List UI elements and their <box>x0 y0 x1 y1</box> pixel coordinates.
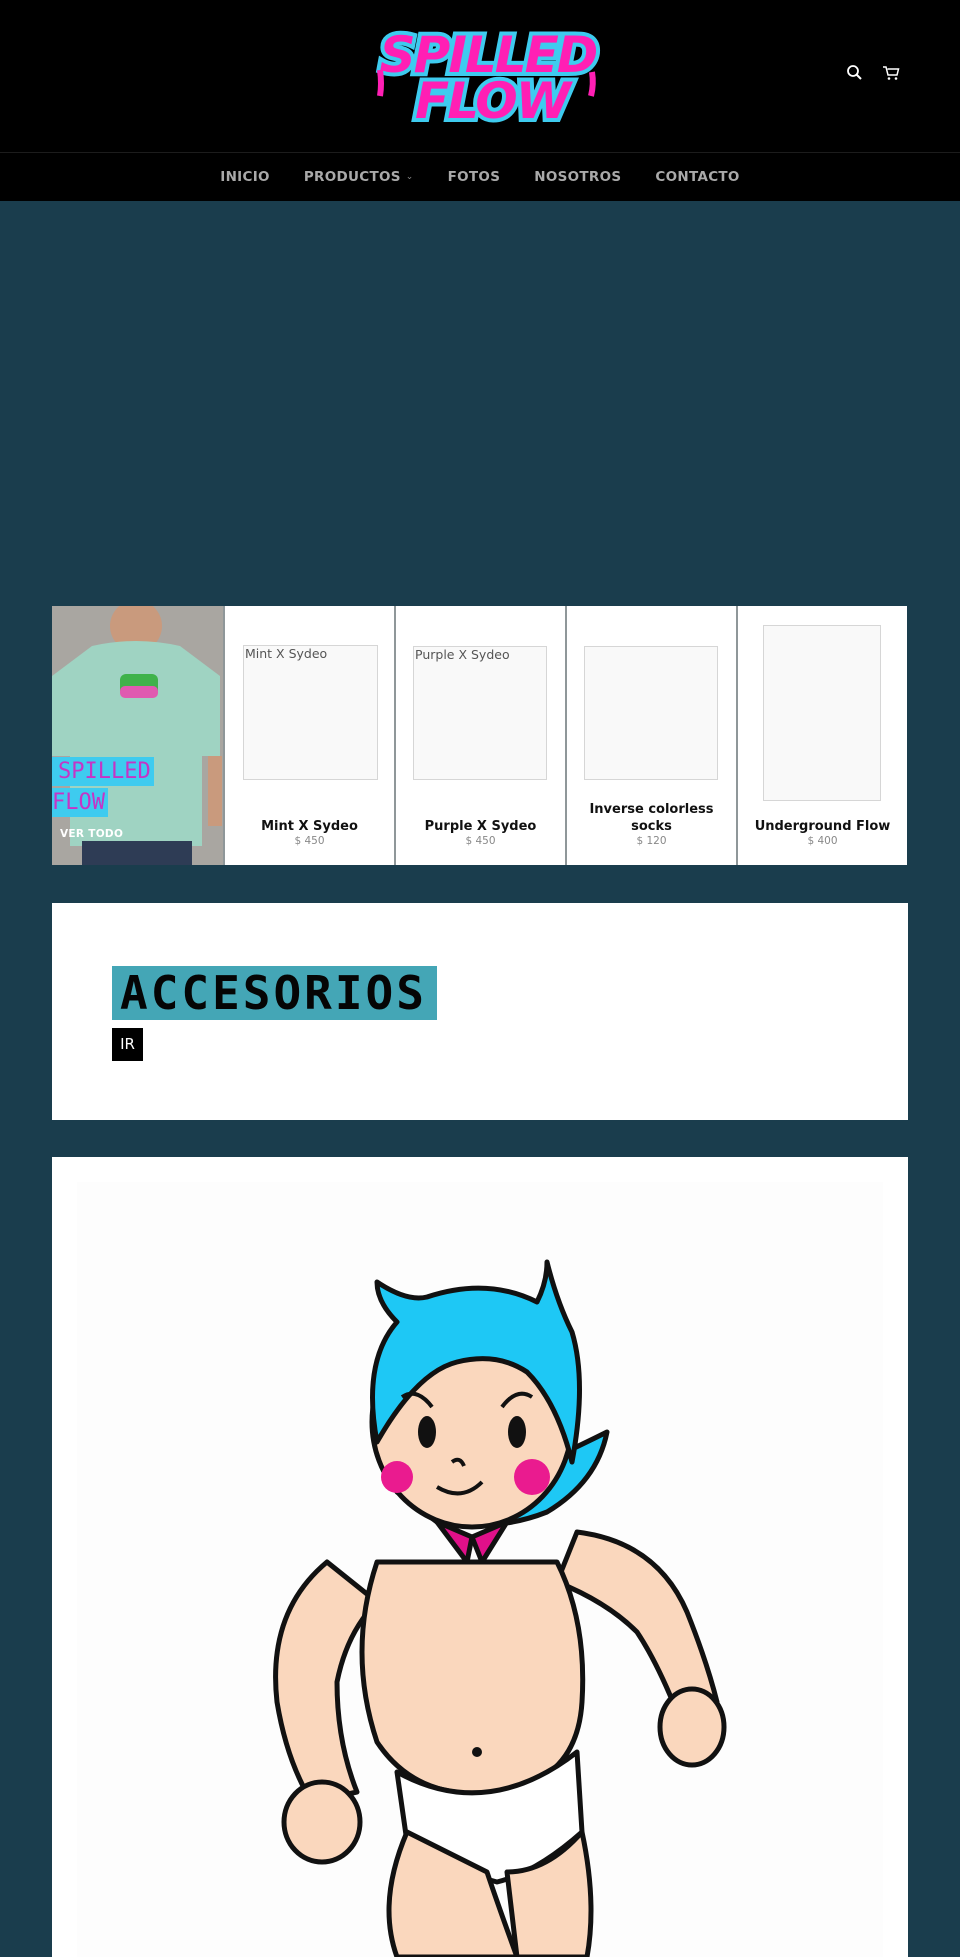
accessories-go-button[interactable]: IR <box>112 1028 143 1061</box>
logo[interactable]: SPILLED FLOW <box>366 22 610 134</box>
nav-item-nosotros[interactable]: NOSOTROS <box>517 169 638 185</box>
product-image-placeholder: Mint X Sydeo <box>243 645 378 780</box>
main-nav: INICIO PRODUCTOS ⌄ FOTOS NOSOTROS CONTACT… <box>0 153 960 201</box>
nav-item-contacto[interactable]: CONTACTO <box>638 169 756 185</box>
product-card[interactable]: Mint X Sydeo Mint X Sydeo $ 450 <box>223 606 394 865</box>
product-card[interactable]: Underground Flow $ 400 <box>736 606 907 865</box>
featured-image-section <box>52 1157 908 1957</box>
product-image-placeholder <box>763 625 881 801</box>
nav-item-inicio[interactable]: INICIO <box>203 169 287 185</box>
accessories-title: ACCESORIOS <box>112 966 437 1020</box>
product-card[interactable]: Purple X Sydeo Purple X Sydeo $ 450 <box>394 606 565 865</box>
product-card[interactable]: Inverse colorless socks $ 120 <box>565 606 736 865</box>
logo-line2: FLOW <box>415 72 574 126</box>
product-price: $ 450 <box>294 835 325 847</box>
nav-label: INICIO <box>220 169 270 185</box>
product-price: $ 120 <box>636 835 667 847</box>
accessories-section: ACCESORIOS IR <box>52 903 908 1120</box>
featured-collection-tile[interactable]: SPILLED FLOW VER TODO <box>52 606 223 865</box>
nav-label: NOSOTROS <box>534 169 622 185</box>
search-icon[interactable] <box>846 64 864 82</box>
cart-icon[interactable] <box>882 64 900 82</box>
hero-banner <box>0 201 960 606</box>
nav-label: CONTACTO <box>655 169 740 185</box>
nav-label: FOTOS <box>447 169 501 185</box>
logo-graphic: SPILLED FLOW <box>376 22 603 134</box>
product-name: Underground Flow <box>754 819 891 834</box>
featured-title-line1: SPILLED <box>52 757 154 786</box>
product-image-placeholder <box>584 646 718 780</box>
view-all-link[interactable]: VER TODO <box>60 828 123 840</box>
nav-item-fotos[interactable]: FOTOS <box>431 169 518 185</box>
featured-tshirt-image <box>52 606 223 865</box>
mascot-image <box>77 1182 883 1957</box>
site-header: SPILLED FLOW <box>0 0 960 153</box>
product-name: Mint X Sydeo <box>261 819 358 834</box>
product-price: $ 400 <box>807 835 838 847</box>
featured-title-line2: FLOW <box>52 788 108 817</box>
collection-grid: SPILLED FLOW VER TODO Mint X Sydeo Mint … <box>52 606 908 865</box>
product-name: Inverse colorless socks <box>589 802 714 834</box>
product-image-placeholder: Purple X Sydeo <box>413 646 547 780</box>
baby-mascot-illustration <box>273 1259 727 1957</box>
nav-item-productos[interactable]: PRODUCTOS ⌄ <box>287 169 431 185</box>
product-price: $ 450 <box>465 835 496 847</box>
nav-label: PRODUCTOS <box>303 169 401 185</box>
product-name: Purple X Sydeo <box>424 819 537 834</box>
chevron-down-icon: ⌄ <box>405 172 414 182</box>
